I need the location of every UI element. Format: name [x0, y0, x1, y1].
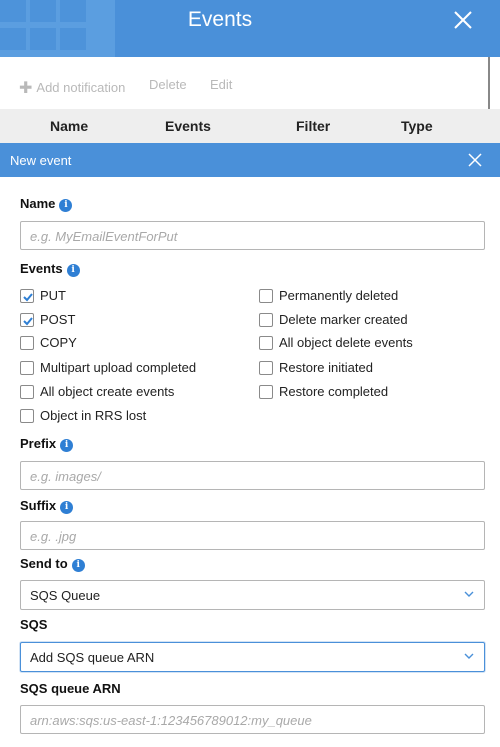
checkmark-icon: [23, 292, 33, 301]
checkbox-label: POST: [40, 312, 76, 327]
checkbox-box[interactable]: [20, 335, 34, 350]
checkbox-box[interactable]: [259, 360, 273, 375]
checkbox-multipart-upload-completed[interactable]: Multipart upload completed: [20, 360, 196, 375]
checkbox-delete-marker-created[interactable]: Delete marker created: [259, 312, 408, 327]
checkbox-label: Permanently deleted: [279, 288, 399, 303]
name-input[interactable]: e.g. MyEmailEventForPut: [20, 221, 485, 250]
name-label-text: Name: [20, 196, 56, 211]
chevron-down-icon: [464, 653, 474, 659]
checkbox-label: Object in RRS lost: [40, 408, 147, 423]
checkbox-post[interactable]: POST: [20, 312, 75, 327]
send-to-select[interactable]: SQS Queue: [20, 580, 485, 610]
name-label: Name i: [20, 196, 73, 213]
info-icon[interactable]: i: [60, 501, 74, 514]
events-label-text: Events: [20, 261, 63, 276]
chevron-down-icon: [464, 591, 474, 597]
checkbox-label: All object create events: [40, 384, 175, 399]
sqs-queue-arn-label: SQS queue ARN: [20, 681, 121, 696]
suffix-label-text: Suffix: [20, 498, 57, 513]
checkbox-all-object-delete-events[interactable]: All object delete events: [259, 335, 413, 350]
new-event-title: New event: [10, 153, 72, 168]
name-placeholder: e.g. MyEmailEventForPut: [30, 229, 178, 244]
column-header-events[interactable]: Events: [165, 118, 211, 134]
delete-button[interactable]: Delete: [149, 77, 187, 92]
prefix-placeholder: e.g. images/: [30, 469, 101, 484]
checkbox-restore-completed[interactable]: Restore completed: [259, 384, 388, 399]
close-icon[interactable]: [468, 153, 482, 167]
checkbox-restore-initiated[interactable]: Restore initiated: [259, 360, 373, 375]
prefix-input[interactable]: e.g. images/: [20, 461, 485, 490]
add-notification-button[interactable]: ✚ Add notification: [19, 77, 125, 97]
checkbox-all-object-create-events[interactable]: All object create events: [20, 384, 174, 399]
checkbox-label: Restore initiated: [279, 360, 373, 375]
plus-icon: ✚: [19, 80, 33, 97]
sqs-queue-arn-placeholder: arn:aws:sqs:us-east-1:123456789012:my_qu…: [30, 713, 312, 728]
dialog-title: Events: [187, 8, 253, 31]
checkbox-put[interactable]: PUT: [20, 288, 66, 303]
checkbox-box[interactable]: [259, 384, 273, 399]
checkbox-box[interactable]: [20, 312, 34, 327]
checkbox-box[interactable]: [20, 408, 34, 423]
add-notification-label: Add notification: [36, 80, 126, 95]
checkbox-object-in-rrs-lost[interactable]: Object in RRS lost: [20, 408, 146, 423]
sqs-value: Add SQS queue ARN: [30, 650, 155, 665]
column-header-name[interactable]: Name: [50, 118, 88, 134]
checkbox-label: All object delete events: [279, 335, 413, 350]
checkbox-box[interactable]: [20, 360, 34, 375]
dialog-header: Events: [0, 0, 500, 57]
checkmark-icon: [23, 316, 33, 325]
suffix-input[interactable]: e.g. .jpg: [20, 521, 485, 550]
suffix-placeholder: e.g. .jpg: [30, 529, 77, 544]
info-icon[interactable]: i: [59, 199, 73, 212]
send-to-label-text: Send to: [20, 556, 68, 571]
checkbox-label: Delete marker created: [279, 312, 408, 327]
checkbox-label: Multipart upload completed: [40, 360, 197, 375]
checkbox-box[interactable]: [259, 335, 273, 350]
suffix-label: Suffix i: [20, 498, 74, 515]
info-icon[interactable]: i: [66, 264, 80, 277]
send-to-label: Send to i: [20, 556, 85, 573]
toolbar: ✚ Add notification Delete Edit: [0, 57, 490, 109]
column-header-type[interactable]: Type: [401, 118, 433, 134]
close-icon[interactable]: [452, 9, 474, 31]
checkbox-label: PUT: [40, 288, 66, 303]
new-event-header: New event: [0, 143, 500, 177]
edit-button[interactable]: Edit: [210, 77, 232, 92]
checkbox-box[interactable]: [259, 288, 273, 303]
checkbox-permanently-deleted[interactable]: Permanently deleted: [259, 288, 398, 303]
checkbox-box[interactable]: [20, 384, 34, 399]
column-header-filter[interactable]: Filter: [296, 118, 330, 134]
info-icon[interactable]: i: [60, 439, 74, 452]
table-header: Name Events Filter Type: [0, 109, 500, 143]
checkbox-box[interactable]: [259, 312, 273, 327]
prefix-label-text: Prefix: [20, 436, 57, 451]
checkbox-label: Restore completed: [279, 384, 389, 399]
send-to-value: SQS Queue: [30, 588, 101, 603]
sqs-queue-arn-input[interactable]: arn:aws:sqs:us-east-1:123456789012:my_qu…: [20, 705, 485, 734]
checkbox-box[interactable]: [20, 288, 34, 303]
sqs-select[interactable]: Add SQS queue ARN: [20, 642, 485, 672]
events-label: Events i: [20, 261, 80, 278]
prefix-label: Prefix i: [20, 436, 74, 453]
sqs-label: SQS: [20, 617, 48, 632]
checkbox-copy[interactable]: COPY: [20, 335, 77, 350]
info-icon[interactable]: i: [71, 559, 85, 572]
checkbox-label: COPY: [40, 335, 77, 350]
